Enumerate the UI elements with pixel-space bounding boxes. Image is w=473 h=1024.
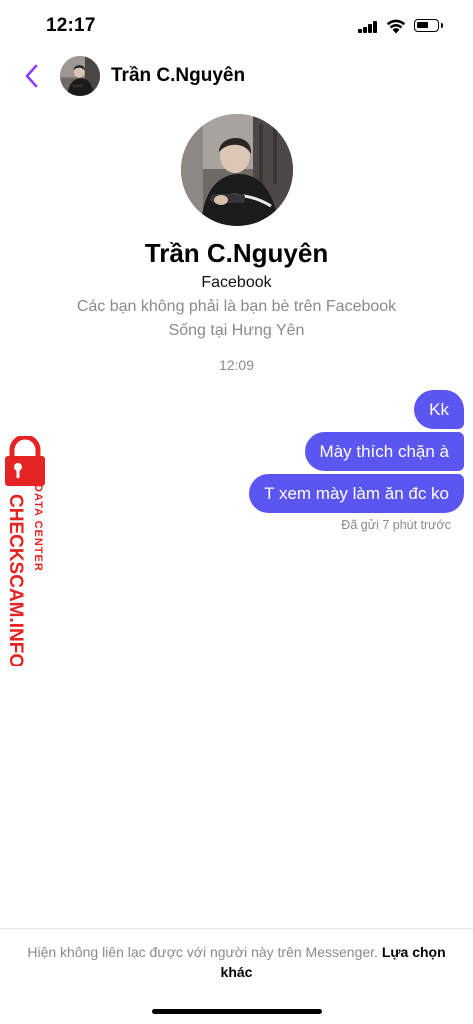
profile-avatar[interactable] bbox=[181, 114, 293, 226]
message-bubble[interactable]: Mày thích chặn à bbox=[304, 432, 464, 471]
lock-icon bbox=[5, 456, 45, 486]
profile-source: Facebook bbox=[201, 274, 272, 291]
header-avatar[interactable] bbox=[60, 56, 100, 96]
checkscam-watermark: CHECKSCAM.INFO DATA CENTER bbox=[2, 434, 50, 668]
unavailable-notice: Hiện không liên lạc được với người này t… bbox=[22, 942, 451, 982]
message-bubble[interactable]: T xem mày làm ăn đc ko bbox=[249, 474, 464, 513]
header-contact-name[interactable]: Trần C.Nguyên bbox=[111, 65, 245, 87]
unavailable-notice-text: Hiện không liên lạc được với người này t… bbox=[27, 944, 378, 960]
cellular-signal-icon bbox=[358, 21, 378, 33]
profile-name: Trần C.Nguyên bbox=[144, 238, 329, 268]
chevron-left-icon bbox=[25, 64, 38, 88]
watermark-brand-text: CHECKSCAM.INFO bbox=[5, 494, 26, 666]
battery-icon bbox=[414, 19, 443, 32]
home-indicator[interactable] bbox=[152, 1009, 322, 1014]
friend-status-text: Các bạn không phải là bạn bè trên Facebo… bbox=[76, 298, 397, 315]
back-button[interactable] bbox=[22, 63, 40, 89]
watermark-subtitle-text: DATA CENTER bbox=[32, 484, 44, 572]
wifi-icon bbox=[386, 18, 406, 34]
status-time: 12:17 bbox=[46, 15, 96, 36]
lives-in-text: Sống tại Hưng Yên bbox=[168, 322, 305, 339]
footer-divider bbox=[0, 928, 473, 929]
message-bubble[interactable]: Kk bbox=[414, 390, 464, 429]
message-timestamp: 12:09 bbox=[218, 357, 255, 373]
sent-status: Đã gửi 7 phút trước bbox=[341, 518, 451, 532]
